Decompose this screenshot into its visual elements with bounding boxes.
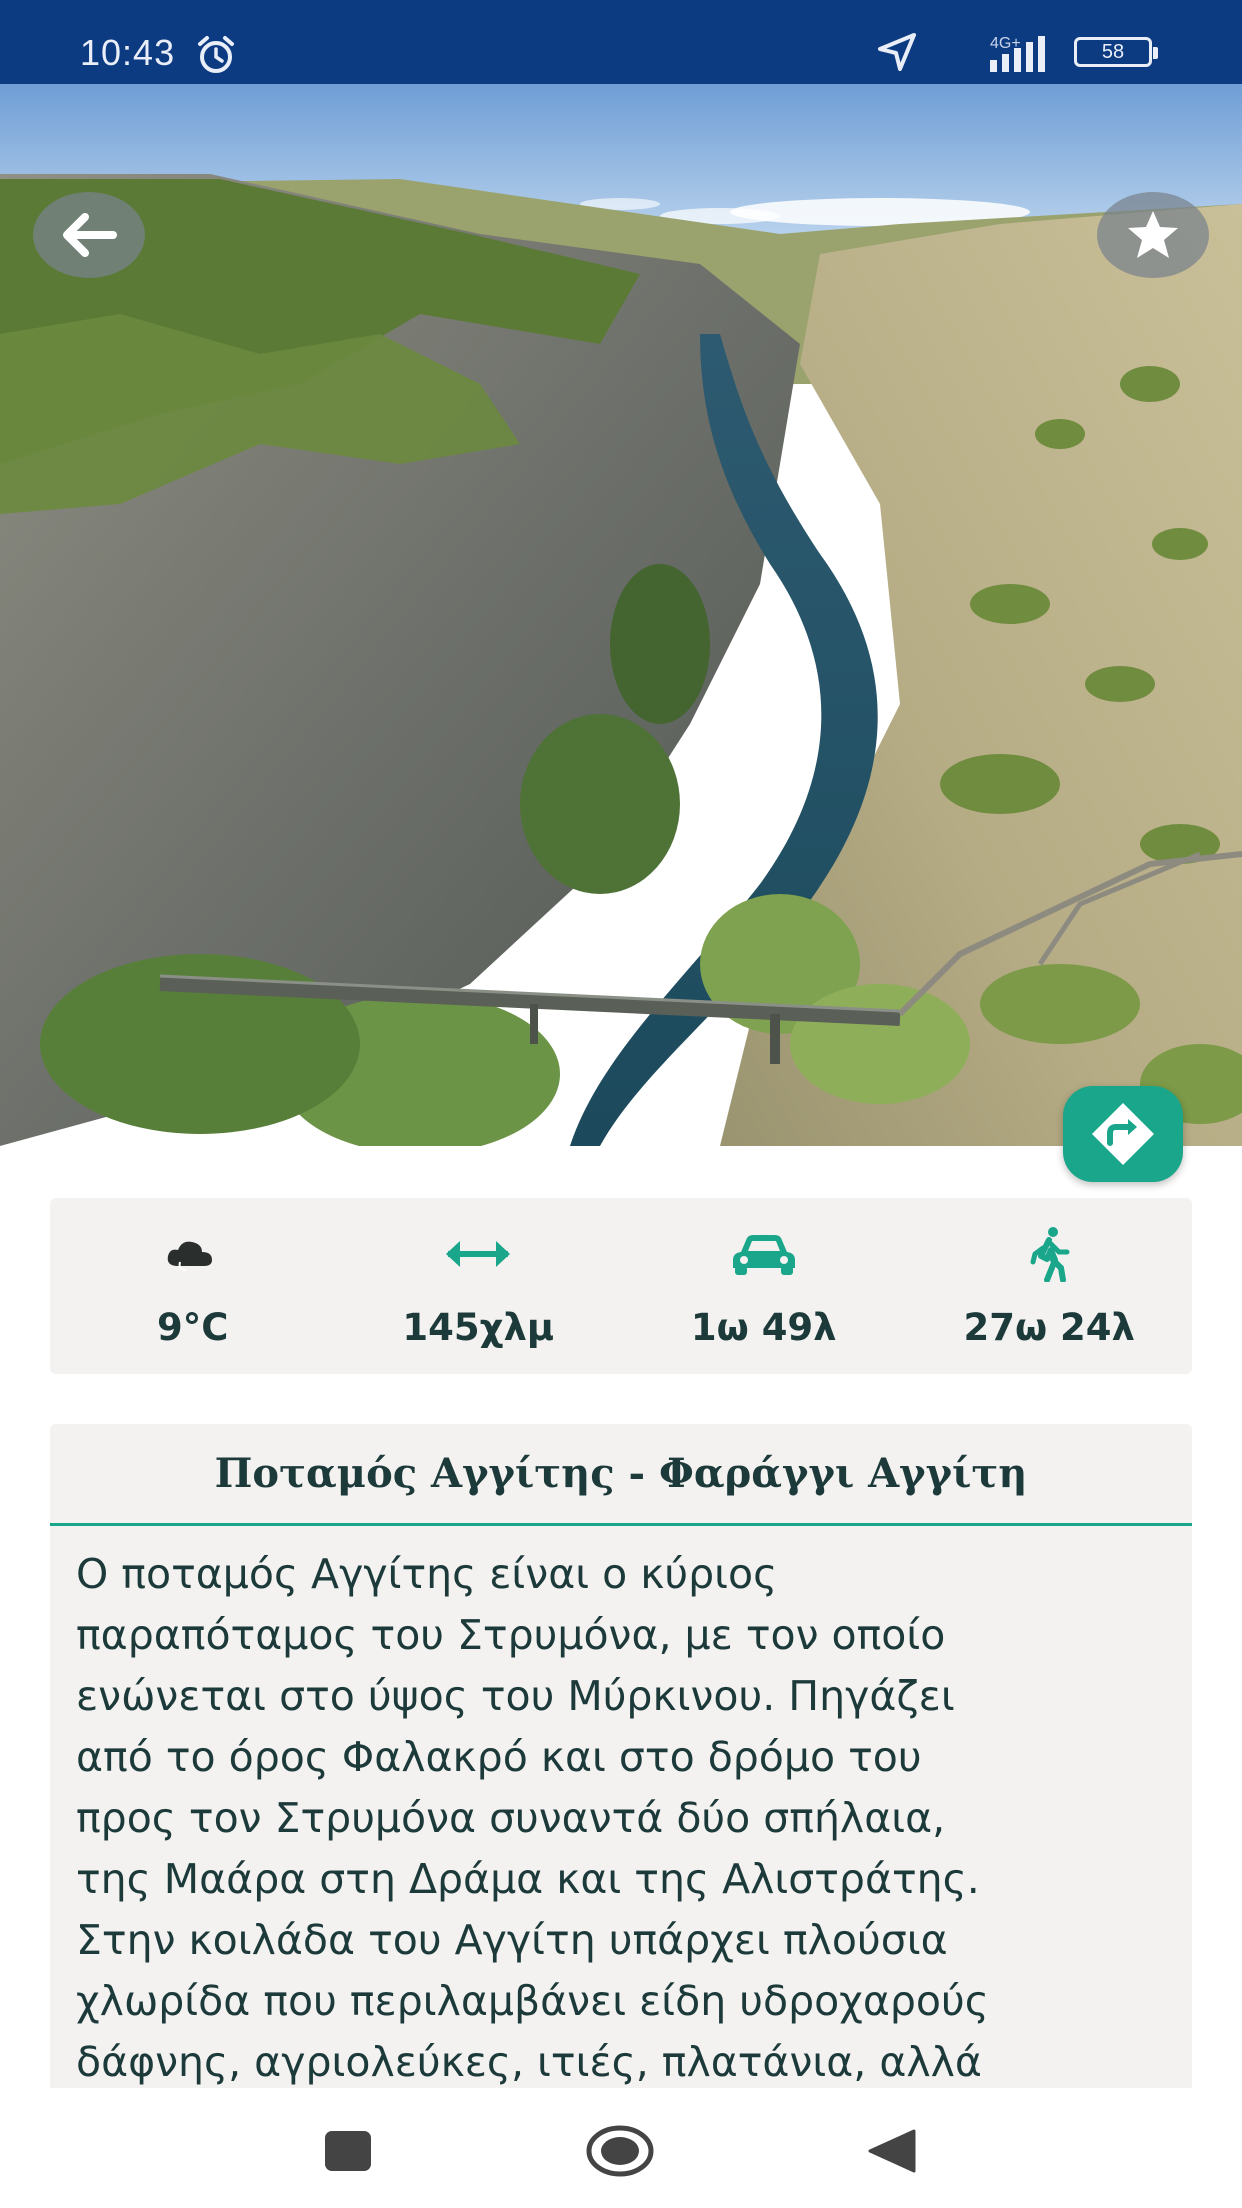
directions-button[interactable]: [1063, 1086, 1183, 1182]
distance-arrows-icon: [446, 1241, 511, 1267]
directions-icon: [1092, 1103, 1154, 1165]
star-icon: [1128, 211, 1178, 258]
drive-time-value: 1ω 49λ: [690, 1306, 837, 1349]
alarm-icon: [198, 36, 234, 73]
location-arrow-icon: [878, 33, 916, 71]
status-time: 10:43: [80, 32, 176, 73]
home-button[interactable]: [585, 2116, 655, 2186]
system-nav-bar: [0, 2088, 1242, 2208]
back-arrow-icon: [63, 213, 117, 257]
back-button[interactable]: [33, 192, 145, 278]
place-description: Ο ποταμός Αγγίτης είναι ο κύριος παραπότ…: [76, 1550, 989, 2086]
home-circle-icon: [586, 2125, 654, 2177]
battery-level: 58: [1101, 40, 1125, 63]
stat-drive-time: 1ω 49λ: [621, 1198, 907, 1374]
weather-cloud-icon: [167, 1241, 212, 1271]
signal-icon: 4G+: [936, 30, 1056, 74]
car-icon: [732, 1235, 795, 1275]
walking-person-icon: [1030, 1227, 1070, 1282]
recents-square-icon: [325, 2131, 371, 2171]
system-back-button[interactable]: [857, 2116, 927, 2186]
trip-stats-card: 9°C 145χλμ 1ω 49λ 27ω 24λ: [50, 1198, 1192, 1374]
place-title: Ποταμός Αγγίτης - Φαράγγι Αγγίτη: [50, 1424, 1192, 1526]
stat-distance: 145χλμ: [336, 1198, 622, 1374]
stat-walk-time: 27ω 24λ: [907, 1198, 1193, 1374]
gorge-photo: [0, 84, 1242, 1146]
walk-time-value: 27ω 24λ: [963, 1306, 1135, 1349]
place-description-card: Ποταμός Αγγίτης - Φαράγγι Αγγίτη Ο ποταμ…: [50, 1424, 1192, 2088]
hero-image: [0, 84, 1242, 1146]
distance-value: 145χλμ: [402, 1306, 555, 1349]
recents-button[interactable]: [313, 2116, 383, 2186]
stat-weather: 9°C: [50, 1198, 336, 1374]
battery-icon: 58: [1074, 37, 1158, 67]
status-icons: 4G+ 58: [876, 30, 1158, 74]
favorite-button[interactable]: [1097, 192, 1209, 278]
weather-value: 9°C: [157, 1306, 229, 1349]
back-triangle-icon: [868, 2129, 916, 2173]
status-bar: 10:43 4G+ 58: [0, 0, 1242, 84]
